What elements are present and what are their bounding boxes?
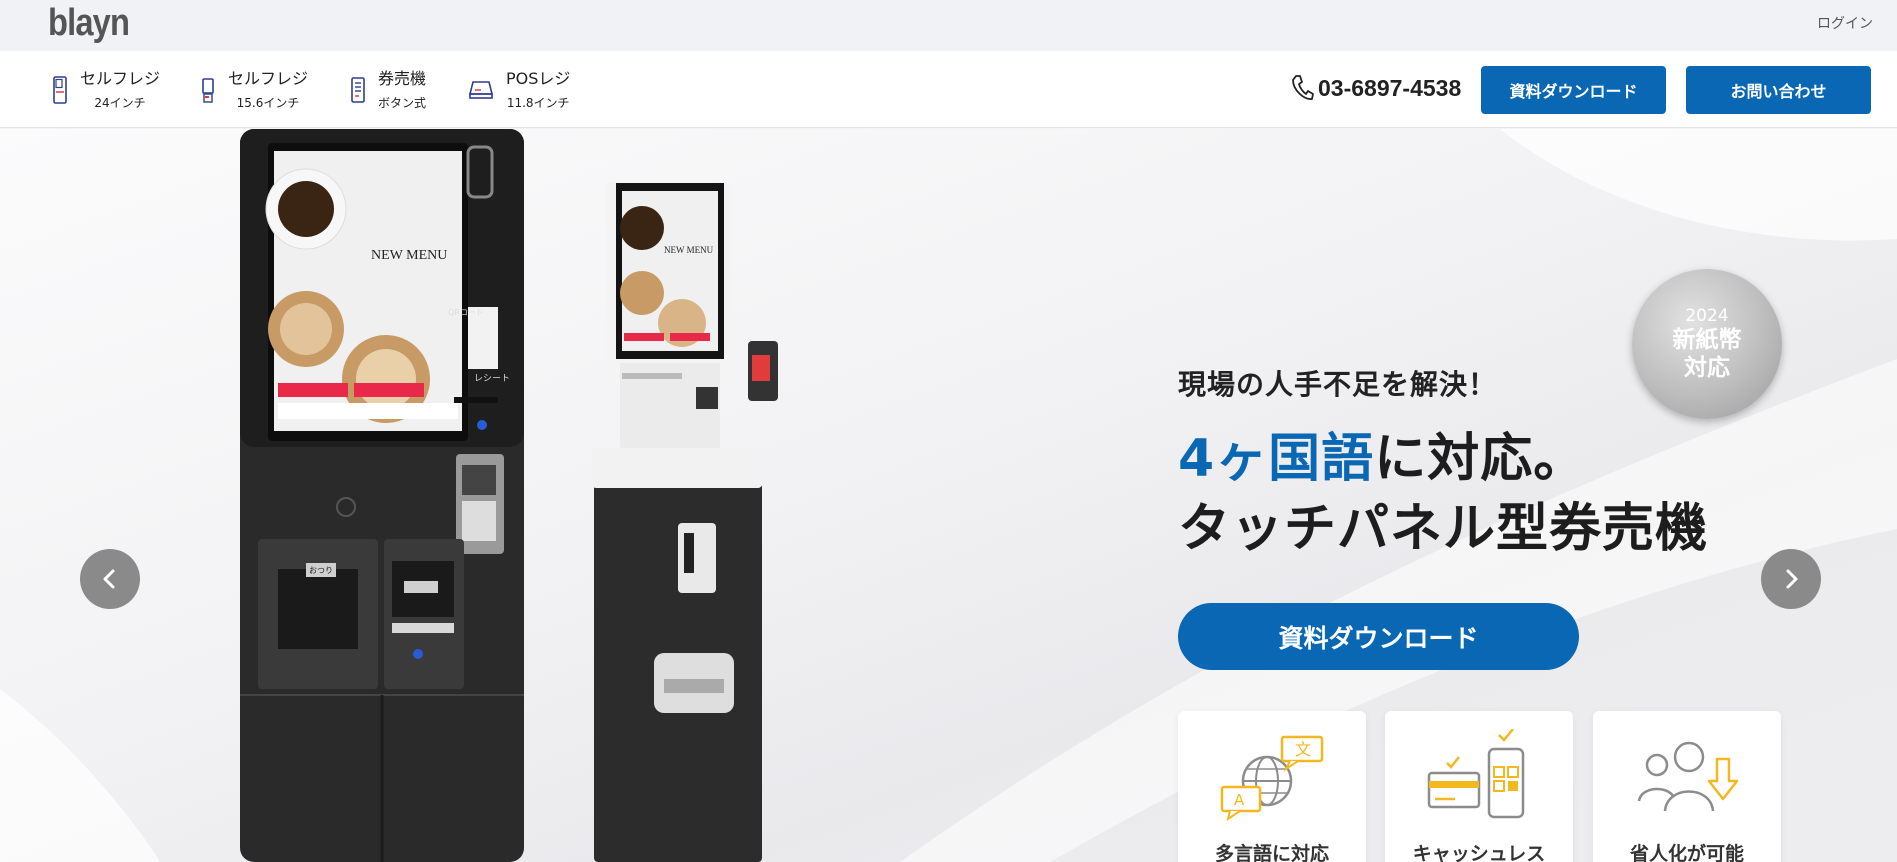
- hero-carousel: NEW MENU QRコード レシート おつり NEW MENU 2024 新紙…: [0, 129, 1897, 862]
- badge-year: 2024: [1685, 306, 1729, 326]
- top-bar: blayn ログイン: [0, 0, 1897, 51]
- chevron-left-icon: [103, 569, 115, 589]
- multilingual-icon: 文 A: [1220, 735, 1324, 822]
- main-nav: セルフレジ 24インチ セルフレジ 15.6インチ 券売機 ボタン式 POSレジ…: [0, 51, 1897, 128]
- badge-line2: 対応: [1684, 355, 1730, 381]
- kiosk-small-image: NEW MENU: [592, 183, 778, 862]
- feature-label: 多言語に対応: [1214, 843, 1329, 862]
- login-link[interactable]: ログイン: [1817, 13, 1873, 33]
- kiosk-large-image: NEW MENU QRコード レシート おつり: [240, 129, 524, 862]
- badge-line1: 新紙幣: [1672, 327, 1742, 353]
- phone-contact[interactable]: 03-6897-4538: [1290, 74, 1461, 102]
- nav-item-sublabel: 15.6インチ: [236, 95, 300, 110]
- headline-accent: 4ヶ国語: [1178, 429, 1375, 489]
- receipt-label: レシート: [474, 374, 510, 384]
- phone-icon: [1292, 75, 1314, 100]
- screen-new-menu-text: NEW MENU: [664, 245, 714, 255]
- nav-item-ticket-machine[interactable]: 券売機 ボタン式: [350, 65, 426, 115]
- nav-item-label: セルフレジ: [80, 68, 161, 88]
- download-button[interactable]: 資料ダウンロード: [1481, 66, 1666, 114]
- labor-saving-icon: [1637, 741, 1739, 812]
- carousel-next-button[interactable]: [1761, 549, 1821, 609]
- svg-text:A: A: [1234, 791, 1245, 809]
- nav-item-selfregi-24[interactable]: セルフレジ 24インチ: [52, 65, 160, 115]
- cashless-icon: [1427, 729, 1525, 819]
- nav-item-sublabel: ボタン式: [378, 95, 427, 110]
- feature-card-labor-saving: 省人化が可能: [1593, 711, 1781, 862]
- hero-tagline: 現場の人手不足を解決！: [1178, 368, 1498, 401]
- nav-item-pos-register[interactable]: POSレジ 11.8インチ: [468, 65, 570, 115]
- chevron-right-icon: [1786, 569, 1798, 589]
- ticket-machine-icon: [351, 77, 365, 103]
- feature-label: キャッシュレス: [1412, 843, 1546, 862]
- feature-label: 省人化が可能: [1629, 843, 1744, 862]
- qr-label: QRコード: [448, 308, 484, 317]
- new-banknote-badge: 2024 新紙幣 対応: [1632, 269, 1782, 419]
- headline-rest: に対応。: [1374, 429, 1587, 489]
- svg-text:文: 文: [1295, 740, 1311, 759]
- nav-item-label: POSレジ: [506, 68, 571, 88]
- change-label: おつり: [309, 566, 333, 575]
- hero-headline: 4ヶ国語に対応。 タッチパネル型券売機: [1178, 424, 1708, 564]
- screen-new-menu-text: NEW MENU: [371, 248, 447, 263]
- contact-button[interactable]: お問い合わせ: [1686, 66, 1871, 114]
- hero-download-button[interactable]: 資料ダウンロード: [1178, 603, 1579, 670]
- pos-register-icon: [468, 81, 494, 99]
- nav-item-sublabel: 11.8インチ: [506, 95, 570, 110]
- nav-item-sublabel: 24インチ: [94, 95, 146, 110]
- phone-number[interactable]: 03-6897-4538: [1318, 75, 1461, 102]
- feature-card-cashless: キャッシュレス: [1385, 711, 1573, 862]
- site-logo[interactable]: blayn: [48, 2, 130, 45]
- kiosk-15-icon: [202, 78, 214, 103]
- nav-item-selfregi-15[interactable]: セルフレジ 15.6インチ: [200, 65, 308, 115]
- nav-item-label: セルフレジ: [228, 68, 309, 88]
- feature-card-multilingual: 文 A 多言語に対応: [1178, 711, 1366, 862]
- nav-item-label: 券売機: [378, 68, 427, 88]
- carousel-prev-button[interactable]: [80, 549, 140, 609]
- kiosk-24-icon: [53, 76, 67, 104]
- headline-line2: タッチパネル型券売機: [1178, 499, 1709, 559]
